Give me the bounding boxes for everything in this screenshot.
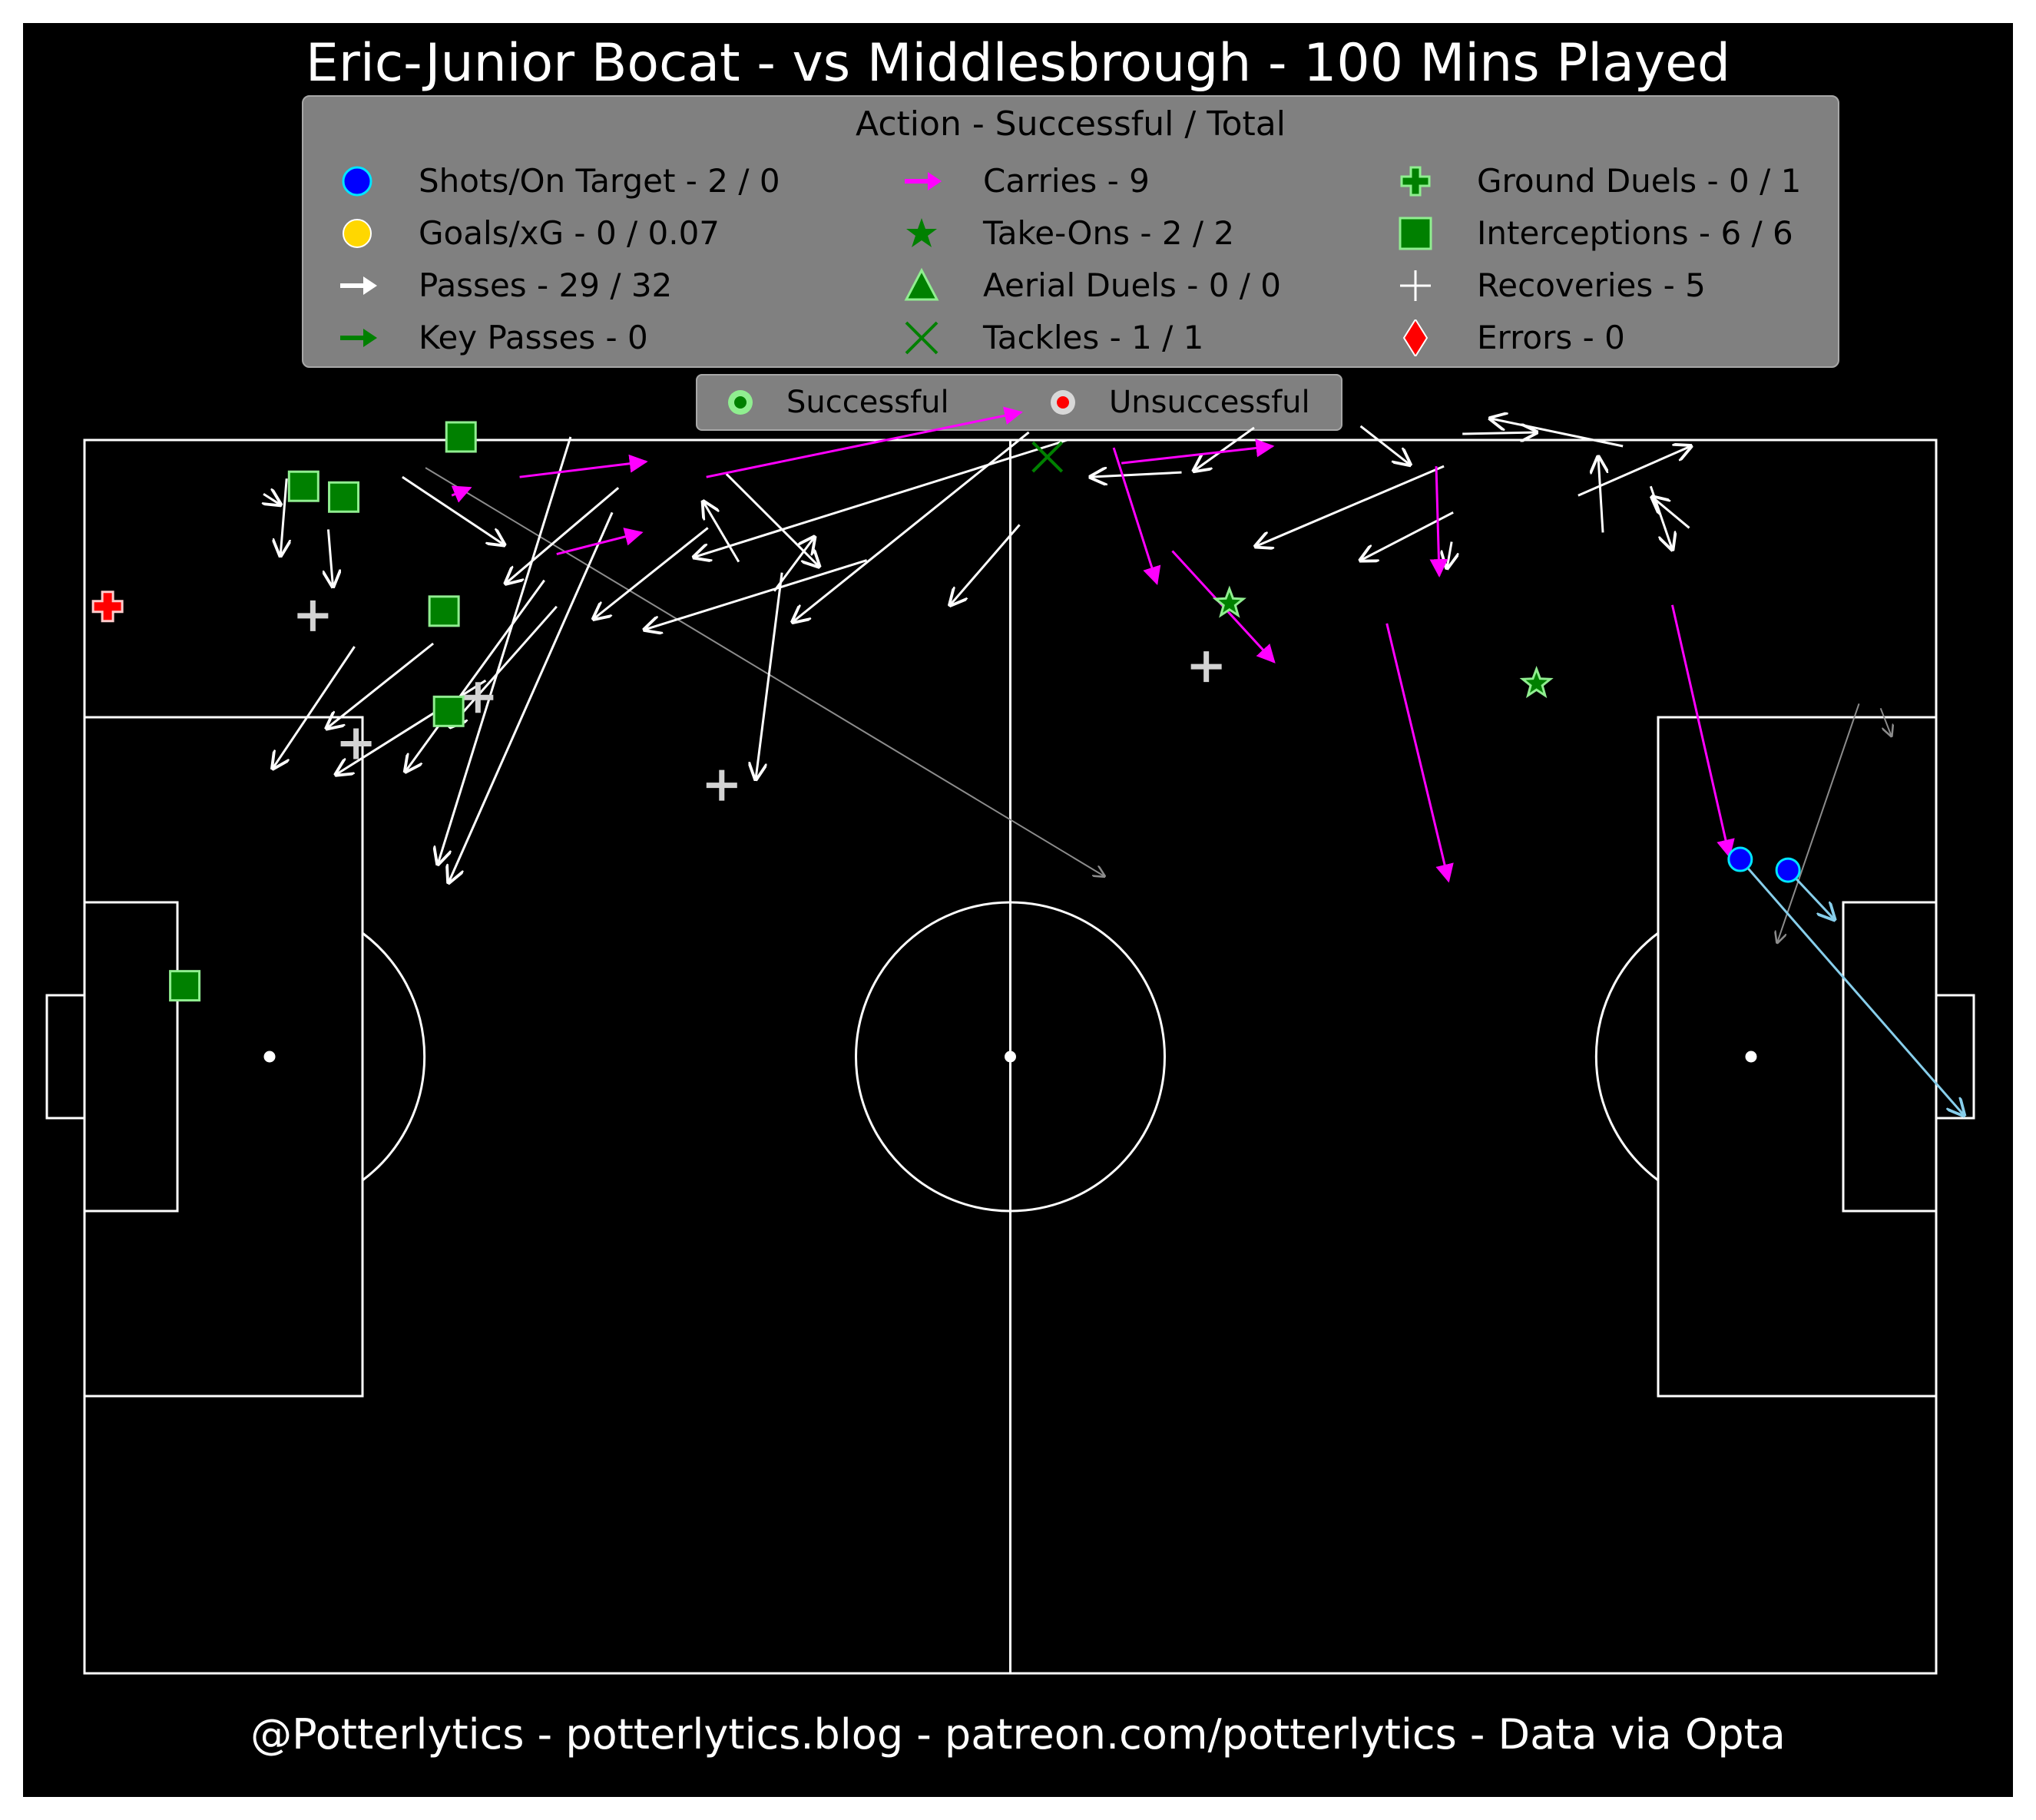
carry-arrow (1385, 623, 1454, 883)
pass-successful-arrow (1447, 541, 1452, 568)
pass-successful-arrow (402, 475, 505, 544)
ground-duel-marker (91, 591, 124, 623)
recovery-marker (706, 769, 737, 801)
pass-successful-arrow (1256, 465, 1445, 546)
pass-successful-arrow (1649, 485, 1672, 549)
take-on-marker (1519, 665, 1554, 699)
take-on-marker (1212, 585, 1246, 618)
pass-successful-arrow (1091, 472, 1182, 477)
pass-unsuccessful-arrow (425, 467, 1104, 876)
pass-unsuccessful-arrow (1777, 703, 1860, 942)
event-marks (91, 406, 1964, 1115)
left-penalty-area (83, 716, 364, 1398)
shot-trajectory (1739, 859, 1964, 1115)
interception-marker (428, 595, 460, 627)
carry-arrow (1429, 466, 1448, 578)
interception-marker (432, 695, 465, 727)
carry-arrow (1121, 438, 1275, 465)
pitch-chart (45, 406, 1975, 1675)
pass-successful-arrow (1652, 497, 1690, 529)
right-six-yard-box (1842, 901, 1938, 1213)
right-penalty-area (1657, 716, 1938, 1398)
pass-successful-arrow (950, 524, 1021, 604)
carry-arrow (1112, 447, 1161, 585)
centre-spot (1005, 1051, 1016, 1063)
pass-unsuccessful-arrow (1879, 707, 1892, 736)
pass-successful-arrow (450, 605, 558, 727)
footer-credits: @Potterlytics - potterlytics.blog - patr… (250, 1710, 1786, 1759)
pass-successful-arrow (1359, 425, 1410, 465)
carry-arrow (519, 454, 648, 478)
right-penalty-spot (1745, 1051, 1757, 1063)
recovery-marker (1190, 651, 1222, 683)
left-six-yard-box (83, 901, 179, 1213)
pass-successful-arrow (756, 572, 783, 779)
pass-successful-arrow (1598, 457, 1603, 533)
pass-successful-arrow (273, 646, 356, 769)
interception-marker (169, 970, 201, 1002)
pass-successful-arrow (328, 529, 333, 586)
pass-successful-arrow (1577, 446, 1691, 497)
left-goal (45, 994, 86, 1120)
pass-successful-arrow (644, 559, 868, 630)
pass-successful-arrow (793, 431, 1030, 622)
interception-marker (328, 481, 360, 513)
carry-arrow (706, 406, 1023, 478)
pass-successful-arrow (336, 679, 487, 774)
carry-arrow (556, 528, 644, 556)
left-penalty-spot (263, 1051, 276, 1063)
recovery-marker (297, 600, 329, 631)
shot-marker (1727, 846, 1753, 872)
shot-marker (1775, 857, 1801, 883)
pass-successful-arrow (263, 494, 280, 505)
interception-marker (445, 421, 477, 453)
carry-arrow (1670, 604, 1735, 859)
pass-successful-arrow (326, 642, 435, 728)
pitch-markings (45, 438, 1975, 1675)
pass-successful-arrow (725, 473, 819, 566)
right-penalty-arc (1594, 932, 1659, 1182)
pass-successful-arrow (1462, 432, 1536, 434)
interception-marker (287, 470, 319, 502)
pass-successful-arrow (280, 478, 286, 555)
pass-successful-arrow (594, 527, 709, 618)
left-penalty-arc (362, 932, 426, 1182)
right-goal (1935, 994, 1975, 1120)
